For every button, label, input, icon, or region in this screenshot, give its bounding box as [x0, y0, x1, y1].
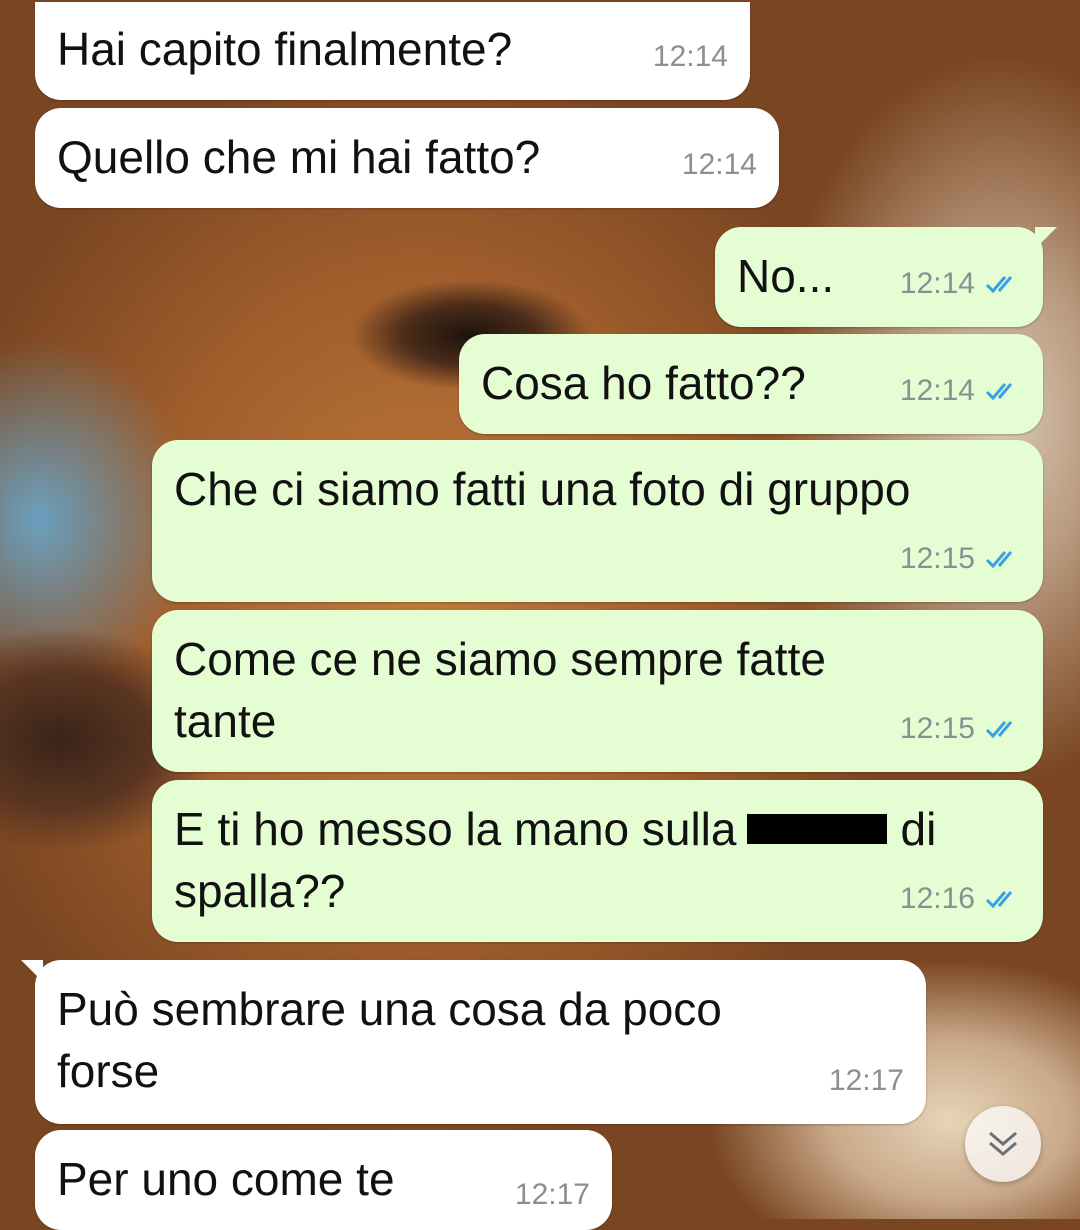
message-time: 12:16 — [899, 882, 975, 915]
message-text: Per uno come te — [57, 1153, 395, 1205]
read-ticks-icon — [985, 551, 1013, 569]
read-ticks-icon — [985, 721, 1013, 739]
message-time: 12:14 — [899, 267, 975, 300]
message-outgoing[interactable]: Cosa ho fatto?? 12:14 — [459, 334, 1043, 434]
message-outgoing[interactable]: E ti ho messo la mano sulla di spalla?? 1… — [152, 780, 1043, 942]
message-text: Può sembrare una cosa da poco forse — [57, 983, 722, 1097]
message-meta: 12:15 — [900, 698, 1021, 760]
double-chevron-down-icon — [989, 1131, 1017, 1156]
message-text: E ti ho messo la mano sulla di spalla?? — [174, 798, 1019, 922]
read-ticks-icon — [985, 383, 1013, 401]
message-outgoing[interactable]: Come ce ne siamo sempre fatte tante 12:1… — [152, 610, 1043, 772]
message-meta: 12:15 — [900, 528, 1021, 590]
message-time: 12:15 — [899, 542, 975, 575]
message-incoming[interactable]: Può sembrare una cosa da poco forse 12:1… — [21, 960, 926, 1124]
message-time: 12:15 — [899, 712, 975, 745]
message-incoming[interactable]: Hai capito finalmente? 12:14 — [35, 2, 750, 100]
message-text: Hai capito finalmente? — [57, 23, 513, 75]
message-text: Come ce ne siamo sempre fatte tante — [174, 633, 826, 747]
message-text: Che ci siamo fatti una foto di gruppo — [174, 463, 911, 515]
message-meta: 12:16 — [900, 868, 1021, 930]
read-ticks-icon — [985, 891, 1013, 909]
message-time: 12:14 — [899, 374, 975, 407]
message-text: Quello che mi hai fatto? — [57, 131, 541, 183]
message-outgoing[interactable]: Che ci siamo fatti una foto di gruppo 12… — [152, 440, 1043, 602]
message-meta: 12:17 — [515, 1164, 590, 1226]
message-meta: 12:17 — [829, 1050, 904, 1112]
message-meta: 12:14 — [653, 26, 728, 88]
message-incoming[interactable]: Quello che mi hai fatto? 12:14 — [35, 108, 779, 208]
message-meta: 12:14 — [900, 253, 1021, 315]
message-outgoing[interactable]: No... 12:14 — [715, 227, 1057, 327]
message-time: 12:17 — [828, 1064, 904, 1097]
message-time: 12:14 — [681, 148, 757, 181]
message-incoming[interactable]: Per uno come te 12:17 — [35, 1130, 612, 1230]
read-ticks-icon — [985, 276, 1013, 294]
message-meta: 12:14 — [900, 360, 1021, 422]
redaction-bar — [746, 813, 887, 844]
scroll-to-bottom-button[interactable] — [965, 1106, 1041, 1182]
message-time: 12:17 — [514, 1178, 590, 1211]
message-time: 12:14 — [652, 40, 728, 73]
message-text-part: E ti ho messo la mano sulla — [174, 803, 737, 855]
message-meta: 12:14 — [682, 134, 757, 196]
